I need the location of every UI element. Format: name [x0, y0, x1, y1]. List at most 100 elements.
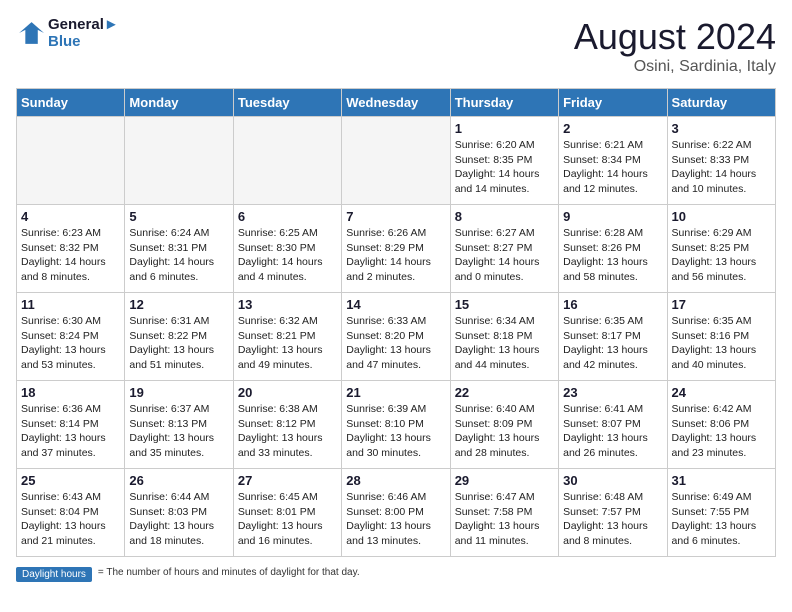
day-cell: 7 Sunrise: 6:26 AM Sunset: 8:29 PM Dayli… [342, 205, 450, 293]
day-number: 8 [455, 209, 554, 224]
daylight: Daylight: 14 hours and 2 minutes. [346, 255, 445, 284]
sunset: Sunset: 8:24 PM [21, 329, 120, 344]
daylight: Daylight: 13 hours and 47 minutes. [346, 343, 445, 372]
calendar-title: August 2024 [574, 16, 776, 58]
daylight: Daylight: 14 hours and 4 minutes. [238, 255, 337, 284]
sunrise: Sunrise: 6:45 AM [238, 490, 337, 505]
day-number: 11 [21, 297, 120, 312]
day-cell: 2 Sunrise: 6:21 AM Sunset: 8:34 PM Dayli… [559, 117, 667, 205]
day-cell: 31 Sunrise: 6:49 AM Sunset: 7:55 PM Dayl… [667, 469, 775, 557]
note-text: = The number of hours and minutes of day… [98, 567, 360, 578]
day-number: 26 [129, 473, 228, 488]
daylight: Daylight: 13 hours and 56 minutes. [672, 255, 771, 284]
sunrise: Sunrise: 6:27 AM [455, 226, 554, 241]
sunrise: Sunrise: 6:39 AM [346, 402, 445, 417]
sunset: Sunset: 8:22 PM [129, 329, 228, 344]
sunrise: Sunrise: 6:34 AM [455, 314, 554, 329]
day-number: 4 [21, 209, 120, 224]
day-number: 2 [563, 121, 662, 136]
day-info: Sunrise: 6:49 AM Sunset: 7:55 PM Dayligh… [672, 490, 771, 549]
day-cell: 4 Sunrise: 6:23 AM Sunset: 8:32 PM Dayli… [17, 205, 125, 293]
day-cell: 3 Sunrise: 6:22 AM Sunset: 8:33 PM Dayli… [667, 117, 775, 205]
day-info: Sunrise: 6:30 AM Sunset: 8:24 PM Dayligh… [21, 314, 120, 373]
day-cell: 26 Sunrise: 6:44 AM Sunset: 8:03 PM Dayl… [125, 469, 233, 557]
day-number: 24 [672, 385, 771, 400]
day-info: Sunrise: 6:27 AM Sunset: 8:27 PM Dayligh… [455, 226, 554, 285]
daylight: Daylight: 14 hours and 6 minutes. [129, 255, 228, 284]
sunrise: Sunrise: 6:37 AM [129, 402, 228, 417]
sunrise: Sunrise: 6:35 AM [672, 314, 771, 329]
day-cell: 1 Sunrise: 6:20 AM Sunset: 8:35 PM Dayli… [450, 117, 558, 205]
sunrise: Sunrise: 6:33 AM [346, 314, 445, 329]
day-cell: 21 Sunrise: 6:39 AM Sunset: 8:10 PM Dayl… [342, 381, 450, 469]
sunset: Sunset: 8:18 PM [455, 329, 554, 344]
page-header: General► Blue August 2024 Osini, Sardini… [16, 16, 776, 76]
sunrise: Sunrise: 6:43 AM [21, 490, 120, 505]
day-cell: 14 Sunrise: 6:33 AM Sunset: 8:20 PM Dayl… [342, 293, 450, 381]
day-cell: 19 Sunrise: 6:37 AM Sunset: 8:13 PM Dayl… [125, 381, 233, 469]
daylight: Daylight: 13 hours and 49 minutes. [238, 343, 337, 372]
sunset: Sunset: 8:34 PM [563, 153, 662, 168]
day-number: 19 [129, 385, 228, 400]
sunset: Sunset: 8:12 PM [238, 417, 337, 432]
daylight: Daylight: 13 hours and 23 minutes. [672, 431, 771, 460]
sunrise: Sunrise: 6:47 AM [455, 490, 554, 505]
day-info: Sunrise: 6:40 AM Sunset: 8:09 PM Dayligh… [455, 402, 554, 461]
logo: General► Blue [16, 16, 119, 50]
day-number: 21 [346, 385, 445, 400]
week-row-3: 11 Sunrise: 6:30 AM Sunset: 8:24 PM Dayl… [17, 293, 776, 381]
week-row-2: 4 Sunrise: 6:23 AM Sunset: 8:32 PM Dayli… [17, 205, 776, 293]
week-row-4: 18 Sunrise: 6:36 AM Sunset: 8:14 PM Dayl… [17, 381, 776, 469]
note-row: Daylight hours = The number of hours and… [16, 567, 776, 582]
daylight: Daylight: 13 hours and 42 minutes. [563, 343, 662, 372]
day-info: Sunrise: 6:32 AM Sunset: 8:21 PM Dayligh… [238, 314, 337, 373]
day-info: Sunrise: 6:43 AM Sunset: 8:04 PM Dayligh… [21, 490, 120, 549]
col-header-monday: Monday [125, 89, 233, 117]
sunrise: Sunrise: 6:44 AM [129, 490, 228, 505]
sunset: Sunset: 8:20 PM [346, 329, 445, 344]
day-cell: 23 Sunrise: 6:41 AM Sunset: 8:07 PM Dayl… [559, 381, 667, 469]
daylight: Daylight: 14 hours and 12 minutes. [563, 167, 662, 196]
sunset: Sunset: 8:10 PM [346, 417, 445, 432]
daylight: Daylight: 13 hours and 53 minutes. [21, 343, 120, 372]
day-cell: 11 Sunrise: 6:30 AM Sunset: 8:24 PM Dayl… [17, 293, 125, 381]
sunrise: Sunrise: 6:36 AM [21, 402, 120, 417]
day-cell: 15 Sunrise: 6:34 AM Sunset: 8:18 PM Dayl… [450, 293, 558, 381]
title-block: August 2024 Osini, Sardinia, Italy [574, 16, 776, 76]
daylight: Daylight: 13 hours and 28 minutes. [455, 431, 554, 460]
day-cell [233, 117, 341, 205]
day-info: Sunrise: 6:44 AM Sunset: 8:03 PM Dayligh… [129, 490, 228, 549]
daylight: Daylight: 13 hours and 37 minutes. [21, 431, 120, 460]
day-info: Sunrise: 6:28 AM Sunset: 8:26 PM Dayligh… [563, 226, 662, 285]
daylight: Daylight: 13 hours and 58 minutes. [563, 255, 662, 284]
sunset: Sunset: 8:09 PM [455, 417, 554, 432]
sunrise: Sunrise: 6:31 AM [129, 314, 228, 329]
col-header-thursday: Thursday [450, 89, 558, 117]
daylight: Daylight: 14 hours and 14 minutes. [455, 167, 554, 196]
day-info: Sunrise: 6:41 AM Sunset: 8:07 PM Dayligh… [563, 402, 662, 461]
day-number: 1 [455, 121, 554, 136]
day-cell: 30 Sunrise: 6:48 AM Sunset: 7:57 PM Dayl… [559, 469, 667, 557]
day-number: 30 [563, 473, 662, 488]
day-info: Sunrise: 6:38 AM Sunset: 8:12 PM Dayligh… [238, 402, 337, 461]
day-number: 3 [672, 121, 771, 136]
day-number: 9 [563, 209, 662, 224]
sunset: Sunset: 8:06 PM [672, 417, 771, 432]
day-info: Sunrise: 6:47 AM Sunset: 7:58 PM Dayligh… [455, 490, 554, 549]
daylight: Daylight: 13 hours and 30 minutes. [346, 431, 445, 460]
day-cell: 28 Sunrise: 6:46 AM Sunset: 8:00 PM Dayl… [342, 469, 450, 557]
sunrise: Sunrise: 6:46 AM [346, 490, 445, 505]
day-info: Sunrise: 6:20 AM Sunset: 8:35 PM Dayligh… [455, 138, 554, 197]
sunset: Sunset: 8:29 PM [346, 241, 445, 256]
day-cell: 27 Sunrise: 6:45 AM Sunset: 8:01 PM Dayl… [233, 469, 341, 557]
sunset: Sunset: 8:04 PM [21, 505, 120, 520]
day-cell: 10 Sunrise: 6:29 AM Sunset: 8:25 PM Dayl… [667, 205, 775, 293]
sunset: Sunset: 8:25 PM [672, 241, 771, 256]
sunset: Sunset: 8:13 PM [129, 417, 228, 432]
day-cell: 13 Sunrise: 6:32 AM Sunset: 8:21 PM Dayl… [233, 293, 341, 381]
day-number: 20 [238, 385, 337, 400]
day-cell [17, 117, 125, 205]
daylight: Daylight: 14 hours and 8 minutes. [21, 255, 120, 284]
sunset: Sunset: 8:14 PM [21, 417, 120, 432]
day-number: 22 [455, 385, 554, 400]
